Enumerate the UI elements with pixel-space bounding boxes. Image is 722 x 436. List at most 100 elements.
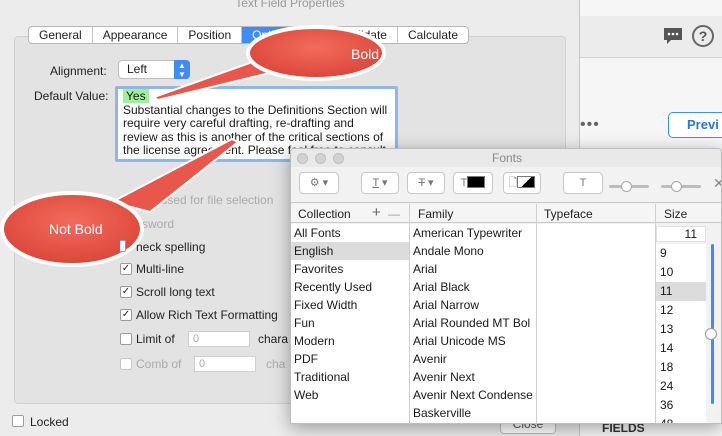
tab-validate[interactable]: Validate [304,27,398,43]
password-label: ssword [136,217,175,231]
comment-icon[interactable] [662,26,684,46]
shadow-close-icon[interactable]: ✕ [713,175,721,192]
size-item[interactable]: 24 [656,377,706,396]
document-icon: 🗋 [508,177,518,189]
family-item[interactable]: Arial Narrow [410,296,536,314]
size-item[interactable]: 36 [656,396,706,415]
text-color-swatch [467,176,486,188]
size-item[interactable]: 13 [656,320,706,339]
select-stepper-icon: ▲ ▼ [174,60,190,79]
size-item[interactable]: 12 [656,301,706,320]
size-item[interactable]: 9 [656,244,706,263]
multi-line-label: Multi-line [136,262,185,276]
multi-line-checkbox[interactable]: ✓ [120,263,132,275]
collection-item[interactable]: Favorites [291,260,409,278]
text-color-glyph: T [460,177,468,189]
tab-options[interactable]: Options [242,27,305,43]
family-item[interactable]: Andale Mono [410,242,536,260]
document-color-swatch [517,176,536,188]
alignment-label: Alignment: [50,64,107,78]
comb-of-checkbox[interactable] [120,358,132,370]
check-spelling-checkbox[interactable] [120,240,126,252]
fonts-titlebar: Fonts [291,149,721,167]
text-color-button[interactable]: T [453,172,493,194]
size-item[interactable]: 10 [656,263,706,282]
collection-item[interactable]: Web [291,386,409,404]
size-column: 11 9 10 11 12 13 14 18 24 36 48 [656,224,721,423]
fonts-title: Fonts [491,151,522,165]
tab-appearance[interactable]: Appearance [93,27,179,43]
scroll-long-text-label: Scroll long text [136,285,215,299]
help-icon[interactable]: ? [692,25,714,47]
tab-general[interactable]: General [29,27,93,43]
family-item[interactable]: Arial Unicode MS [410,332,536,350]
tab-calculate[interactable]: Calculate [398,27,468,43]
family-item[interactable]: Arial [410,260,536,278]
size-item[interactable]: 18 [656,358,706,377]
limit-of-suffix: chara [258,332,289,346]
family-item[interactable]: Avenir Next Condense [410,386,536,404]
collection-item[interactable]: All Fonts [291,224,409,242]
family-item[interactable]: Avenir Next [410,368,536,386]
size-item[interactable]: 11 [656,282,706,301]
underline-style-button[interactable]: T ▾ [361,172,399,194]
collection-item[interactable]: Modern [291,332,409,350]
alignment-value: Left [127,62,148,76]
fonts-toolbar: ⚙ ▾ T ▾ T ▾ T 🗋 T ✕ [291,167,721,203]
family-item[interactable]: Baskerville [410,404,536,422]
collection-list: All Fonts English Favorites Recently Used Fi… [291,224,409,423]
family-item[interactable]: Avenir [410,350,536,368]
remove-collection-icon[interactable]: — [388,207,400,221]
shadow-blur-knob[interactable] [671,181,682,192]
limit-of-label: Limit of [136,332,175,346]
collection-item[interactable]: Fun [291,314,409,332]
comb-of-input[interactable]: 0 [194,356,256,372]
size-item[interactable]: 48 [656,415,706,423]
shadow-opacity-knob[interactable] [621,181,632,192]
collection-item[interactable]: Recently Used [291,278,409,296]
size-input[interactable]: 11 [656,226,706,242]
rich-text-checkbox[interactable]: ✓ [120,309,132,321]
limit-of-checkbox[interactable] [120,333,132,345]
tab-position[interactable]: Position [178,27,243,43]
family-item[interactable]: American Typewriter [410,224,536,242]
comb-of-label: Comb of [136,357,182,371]
scroll-long-text-checkbox[interactable]: ✓ [120,286,132,298]
collection-item[interactable]: English [291,242,409,260]
comb-of-suffix: cha [266,357,286,371]
locked-checkbox[interactable] [12,415,24,427]
add-collection-icon[interactable]: + [372,204,381,221]
size-item[interactable]: 14 [656,339,706,358]
size-slider-track[interactable] [711,244,714,404]
size-header: Size [664,207,688,221]
default-value-highlight: Yes [123,89,149,103]
dialog-title: Text Field Properties [235,0,345,10]
bold-callout-text: Bold [351,46,380,62]
family-header: Family [418,207,454,221]
underline-icon: T [372,177,379,189]
collection-item[interactable]: Traditional [291,368,409,386]
not-bold-callout-text: Not Bold [49,221,103,237]
family-item[interactable]: Arial Rounded MT Bol [410,314,536,332]
rich-text-label: Allow Rich Text Formatting [136,308,278,322]
action-gear-button[interactable]: ⚙ ▾ [299,172,339,194]
alignment-select[interactable]: Left ▲ ▼ [118,60,190,79]
more-options-icon[interactable]: ••• [580,116,600,134]
document-color-button[interactable]: 🗋 [503,172,541,194]
collection-item[interactable]: PDF [291,350,409,368]
text-shadow-button[interactable]: T [563,172,603,194]
strikethrough-icon: T [418,177,425,189]
size-slider-knob[interactable] [705,328,717,340]
file-selection-label: ld is used for file selection [136,193,274,207]
typeface-header: Typeface [544,207,593,221]
tab-bar: General Appearance Position Options Vali… [28,26,469,44]
size-list: 9 10 11 12 13 14 18 24 36 48 [656,244,706,423]
preview-button[interactable]: Previ [668,112,722,138]
fonts-panel: Fonts ⚙ ▾ T ▾ T ▾ T 🗋 T ✕ Collection + —… [290,148,722,424]
default-value-label: Default Value: [34,89,109,103]
family-item[interactable]: Arial Black [410,278,536,296]
limit-of-input[interactable]: 0 [188,331,250,347]
strikethrough-style-button[interactable]: T ▾ [407,172,445,194]
collection-item[interactable]: Fixed Width [291,296,409,314]
locked-label: Locked [30,415,69,429]
